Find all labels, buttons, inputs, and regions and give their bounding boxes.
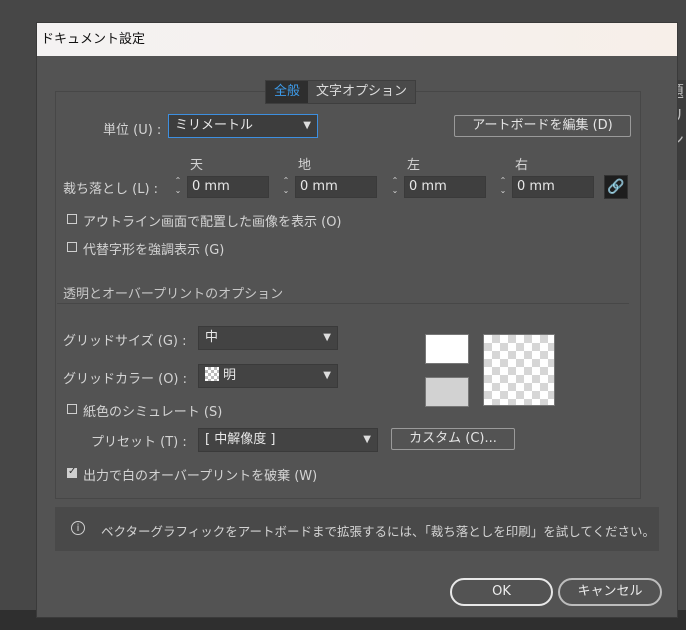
simulate-paper-label: 紙色のシミュレート (S) [83, 405, 223, 420]
bleed-left-stepper[interactable]: ⌃ ⌄ [390, 176, 400, 198]
bleed-right-stepper[interactable]: ⌃ ⌄ [498, 176, 508, 198]
units-select[interactable]: ミリメートル ▼ [168, 114, 318, 138]
chevron-down-icon: ▼ [303, 120, 311, 131]
info-bar: i ベクターグラフィックをアートボードまで拡張するには、「裁ち落としを印刷」を試… [55, 507, 659, 551]
ok-button[interactable]: OK [450, 578, 553, 606]
custom-button[interactable]: カスタム (C)... [391, 428, 515, 450]
outline-images-checkbox[interactable] [67, 214, 77, 224]
discard-white-overprint-label: 出力で白のオーバープリントを破棄 (W) [83, 469, 318, 484]
outline-images-label: アウトライン画面で配置した画像を表示 (O) [83, 215, 342, 230]
highlight-substituted-checkbox[interactable] [67, 242, 77, 252]
preset-select[interactable]: [ 中解像度 ] ▼ [198, 428, 378, 452]
section-divider [57, 303, 629, 304]
chevron-down-icon: ▼ [323, 332, 331, 343]
grid-color-select[interactable]: 明 ▼ [198, 364, 338, 388]
chain-link-icon: 🔗 [607, 179, 625, 195]
bleed-right-input[interactable]: 0 mm [512, 176, 594, 198]
dialog-title: ドキュメント設定 [37, 23, 677, 56]
bleed-top-stepper[interactable]: ⌃ ⌄ [173, 176, 183, 198]
bleed-left-input[interactable]: 0 mm [404, 176, 486, 198]
bleed-left-label: 左 [407, 158, 421, 173]
edit-artboard-button[interactable]: アートボードを編集 (D) [454, 115, 631, 137]
discard-white-overprint-checkbox[interactable] [67, 466, 77, 478]
grid-color-swatch[interactable] [425, 377, 469, 407]
grid-color-label: グリッドカラー (O) : [63, 372, 188, 387]
simulate-paper-checkbox[interactable] [67, 404, 77, 414]
tab-type-options[interactable]: 文字オプション [308, 81, 415, 103]
grid-color-value: 明 [223, 368, 237, 383]
tab-general[interactable]: 全般 [266, 81, 309, 103]
bleed-top-label: 天 [190, 158, 204, 173]
chevron-down-icon: ▼ [363, 434, 371, 445]
preset-label: プリセット (T) : [91, 435, 187, 450]
document-setup-dialog: ドキュメント設定 全般 文字オプション 単位 (U) : ミリメートル ▼ アー… [36, 22, 678, 618]
info-text: ベクターグラフィックをアートボードまで拡張するには、「裁ち落としを印刷」を試して… [101, 524, 656, 539]
info-icon: i [71, 521, 85, 535]
bleed-right-label: 右 [515, 158, 529, 173]
highlight-substituted-label: 代替字形を強調表示 (G) [83, 243, 225, 258]
bleed-label: 裁ち落とし (L) : [63, 182, 159, 197]
grid-size-select[interactable]: 中 ▼ [198, 326, 338, 350]
bleed-bottom-label: 地 [298, 158, 312, 173]
units-value: ミリメートル [175, 118, 254, 133]
chevron-down-icon: ▼ [323, 370, 331, 381]
transparency-grid-preview [483, 334, 555, 406]
bleed-bottom-stepper[interactable]: ⌃ ⌄ [281, 176, 291, 198]
transparency-section-title: 透明とオーバープリントのオプション [63, 287, 284, 302]
bleed-top-input[interactable]: 0 mm [187, 176, 269, 198]
grid-size-value: 中 [205, 330, 219, 345]
preset-value: [ 中解像度 ] [205, 432, 276, 447]
paper-color-swatch[interactable] [425, 334, 469, 364]
grid-size-label: グリッドサイズ (G) : [63, 334, 187, 349]
link-bleed-button[interactable]: 🔗 [604, 175, 628, 199]
bleed-bottom-input[interactable]: 0 mm [295, 176, 377, 198]
cancel-button[interactable]: キャンセル [558, 578, 662, 606]
grid-color-swatch-icon [205, 367, 219, 381]
tab-bar: 全般 文字オプション [265, 80, 417, 104]
units-label: 単位 (U) : [103, 123, 162, 138]
